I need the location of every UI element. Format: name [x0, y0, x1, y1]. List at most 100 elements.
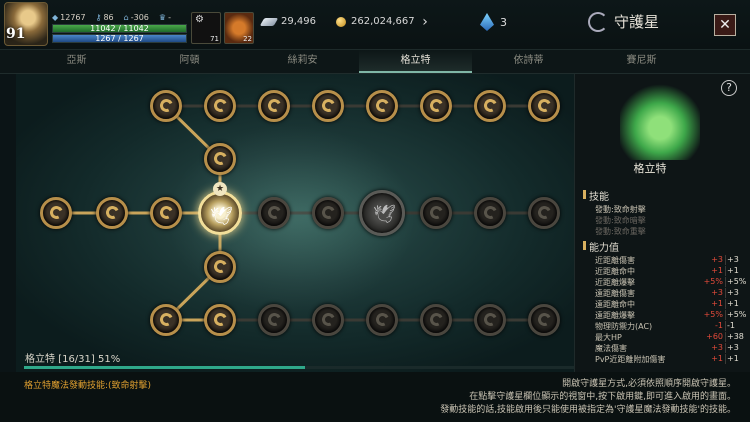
- stat-label: 近距離爆擊: [595, 278, 635, 287]
- instructions: 開啟守護星方式,必須依照順序開啟守護星。 在點擊守護星欄位顯示的視窗中,按下啟用…: [296, 378, 736, 417]
- star-node[interactable]: [150, 197, 182, 229]
- star-node[interactable]: [204, 143, 236, 175]
- currency-expand-button[interactable]: ›: [418, 13, 432, 31]
- star-node-locked[interactable]: [528, 304, 560, 336]
- stat-label: 最大HP: [595, 333, 622, 342]
- crescent-moon-icon: [320, 97, 337, 114]
- stat-row: 遠距離傷害 +3 +3: [595, 288, 745, 298]
- instruction-line: 開啟守護星方式,必須依照順序開啟守護星。: [562, 379, 736, 389]
- star-node-locked[interactable]: [420, 304, 452, 336]
- stat-total: +3: [727, 343, 739, 352]
- star-node-locked[interactable]: [312, 304, 344, 336]
- progress-bar: [24, 366, 574, 369]
- star-node-locked[interactable]: [420, 197, 452, 229]
- star-node[interactable]: [258, 90, 290, 122]
- star-node[interactable]: [150, 304, 182, 336]
- skill-item: 發動:致命射擊: [595, 205, 646, 214]
- quick-slot-2[interactable]: 22: [224, 12, 254, 44]
- crescent-moon-icon: [212, 150, 229, 167]
- gold-amount: 262,024,667: [351, 16, 415, 27]
- instruction-line: 發動技能的話,技能啟用後只能使用被指定為'守護星魔法發動技能'的技能。: [440, 405, 736, 415]
- stat-label: 近距離命中: [595, 267, 635, 276]
- feather-amount: 29,496: [281, 16, 316, 27]
- stat-row: 最大HP +60 +38: [595, 332, 745, 342]
- stat-row: 遠距離命中 +1 +1: [595, 299, 745, 309]
- stat-delta: +1: [711, 354, 723, 363]
- star-node-locked[interactable]: [474, 304, 506, 336]
- crescent-moon-icon: [428, 311, 445, 328]
- stat-label: 遠距離傷害: [595, 289, 635, 298]
- stat-c: ⌂ -306: [123, 13, 149, 22]
- stat-row: 物理防禦力(AC) -1 -1: [595, 321, 745, 331]
- star-node[interactable]: [96, 197, 128, 229]
- stat-delta: +1: [711, 299, 723, 308]
- crescent-moon-icon: [158, 311, 175, 328]
- crescent-moon-icon: [482, 311, 499, 328]
- stat-divider: [725, 277, 726, 287]
- feather-icon: [259, 17, 279, 26]
- quick-slot-1[interactable]: ⚙ 71: [191, 12, 221, 44]
- stat-row: 近距離命中 +1 +1: [595, 266, 745, 276]
- skill-item: 發動:致命暗擊: [595, 216, 646, 225]
- tab-1[interactable]: 阿頓: [133, 50, 246, 73]
- star-node[interactable]: [420, 90, 452, 122]
- footer: 格立特魔法發動技能:(致命射擊) 開啟守護星方式,必須依照順序開啟守護星。 在點…: [0, 372, 750, 422]
- stat-divider: [725, 310, 726, 320]
- stat-delta: +3: [711, 255, 723, 264]
- tab-4[interactable]: 依詩蒂: [472, 50, 585, 73]
- stat-divider: [725, 354, 726, 364]
- star-node-locked[interactable]: [258, 304, 290, 336]
- star-node-locked[interactable]: [258, 197, 290, 229]
- crescent-moon-icon: [482, 97, 499, 114]
- star-node[interactable]: [312, 90, 344, 122]
- stat-label: 物理防禦力(AC): [595, 322, 653, 331]
- crescent-moon-icon: [320, 204, 337, 221]
- star-node-selected[interactable]: 🕊: [198, 191, 242, 235]
- stat-row: 近距離爆擊 +5% +5%: [595, 277, 747, 287]
- crescent-moon-icon: [48, 204, 65, 221]
- constellation-tree: 🕊 ★ 🕊 格立特 [16/31] 51%: [16, 74, 574, 372]
- star-node[interactable]: [204, 251, 236, 283]
- stat-divider: [725, 288, 726, 298]
- stat-total: +3: [727, 288, 739, 297]
- guardian-star-logo-icon: [588, 11, 608, 32]
- crescent-moon-icon: [374, 97, 391, 114]
- star-node[interactable]: [528, 90, 560, 122]
- instruction-line: 在點擊守護星欄位顯示的視窗中,按下啟用鍵,即可進入啟用的畫面。: [469, 392, 736, 402]
- stat-delta: +5%: [703, 277, 723, 286]
- star-node[interactable]: [40, 197, 72, 229]
- crescent-moon-icon: [158, 97, 175, 114]
- star-node-locked[interactable]: [528, 197, 560, 229]
- star-node-locked[interactable]: [312, 197, 344, 229]
- stat-total: +5%: [727, 277, 747, 286]
- stat-total: +5%: [727, 310, 747, 319]
- crescent-moon-icon: [536, 204, 553, 221]
- tab-0[interactable]: 亞斯: [20, 50, 133, 73]
- star-node-core[interactable]: 🕊: [359, 190, 405, 236]
- stat-divider: [725, 343, 726, 353]
- stat-b: ⚷ 86: [95, 13, 114, 22]
- crescent-moon-icon: [428, 97, 445, 114]
- star-node[interactable]: [474, 90, 506, 122]
- crescent-moon-icon: [374, 311, 391, 328]
- star-node[interactable]: [204, 90, 236, 122]
- key-icon: ⚷: [95, 13, 102, 22]
- stat-delta: +3: [711, 288, 723, 297]
- stat-divider: [725, 332, 726, 342]
- player-level: 91: [6, 26, 26, 42]
- close-button[interactable]: ✕: [714, 14, 736, 36]
- constellation-name: 格立特: [633, 162, 667, 175]
- star-node[interactable]: [366, 90, 398, 122]
- crescent-moon-icon: [536, 311, 553, 328]
- star-node-locked[interactable]: [366, 304, 398, 336]
- stat-delta: +5%: [703, 310, 723, 319]
- help-button[interactable]: ?: [721, 80, 737, 96]
- tab-3-active[interactable]: 格立特: [359, 50, 472, 73]
- star-node[interactable]: [150, 90, 182, 122]
- tab-2[interactable]: 絲莉安: [246, 50, 359, 73]
- tab-5[interactable]: 賽尼斯: [585, 50, 698, 73]
- stat-row: 遠距離爆擊 +5% +5%: [595, 310, 747, 320]
- star-node-locked[interactable]: [474, 197, 506, 229]
- mp-text: 1267 / 1267: [95, 34, 144, 43]
- star-node[interactable]: [204, 304, 236, 336]
